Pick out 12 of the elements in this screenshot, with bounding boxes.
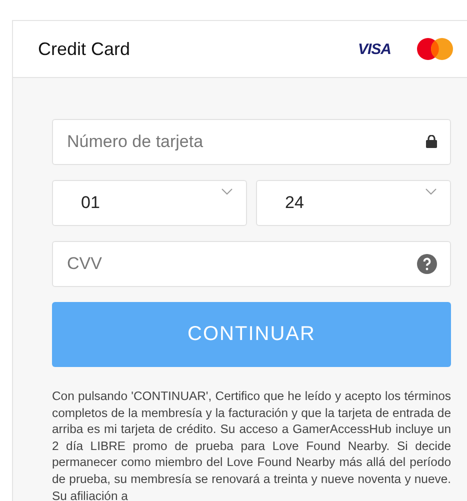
help-icon[interactable] — [417, 254, 437, 274]
card-number-field[interactable]: Número de tarjeta — [52, 119, 451, 165]
card-title: Credit Card — [38, 38, 132, 60]
mastercard-logo — [417, 38, 453, 60]
year-select[interactable]: 24 — [256, 180, 451, 226]
lock-icon — [426, 135, 437, 148]
terms-text: Con pulsando 'CONTINUAR', Certifico que he leído y acepto los términos completos de la membresía y la facturación y que la tarjeta de entrada de arriba es mi tarjeta de crédito. Su acceso a GamerAccessHub incluye un 2 día LIBRE promo de prueba para Love Found Nearby. Si decide permanecer como miembro del Love Found Nearby más allá del período de prueba, su membresía se renovará a treinta y nueve noventa y nueve. Su afiliación a — [52, 388, 451, 501]
month-select[interactable]: 01 — [52, 180, 247, 226]
chevron-down-icon — [425, 188, 437, 195]
cvv-field[interactable]: CVV — [52, 241, 451, 287]
chevron-down-icon — [221, 188, 233, 195]
visa-logo: VISA — [358, 40, 391, 58]
